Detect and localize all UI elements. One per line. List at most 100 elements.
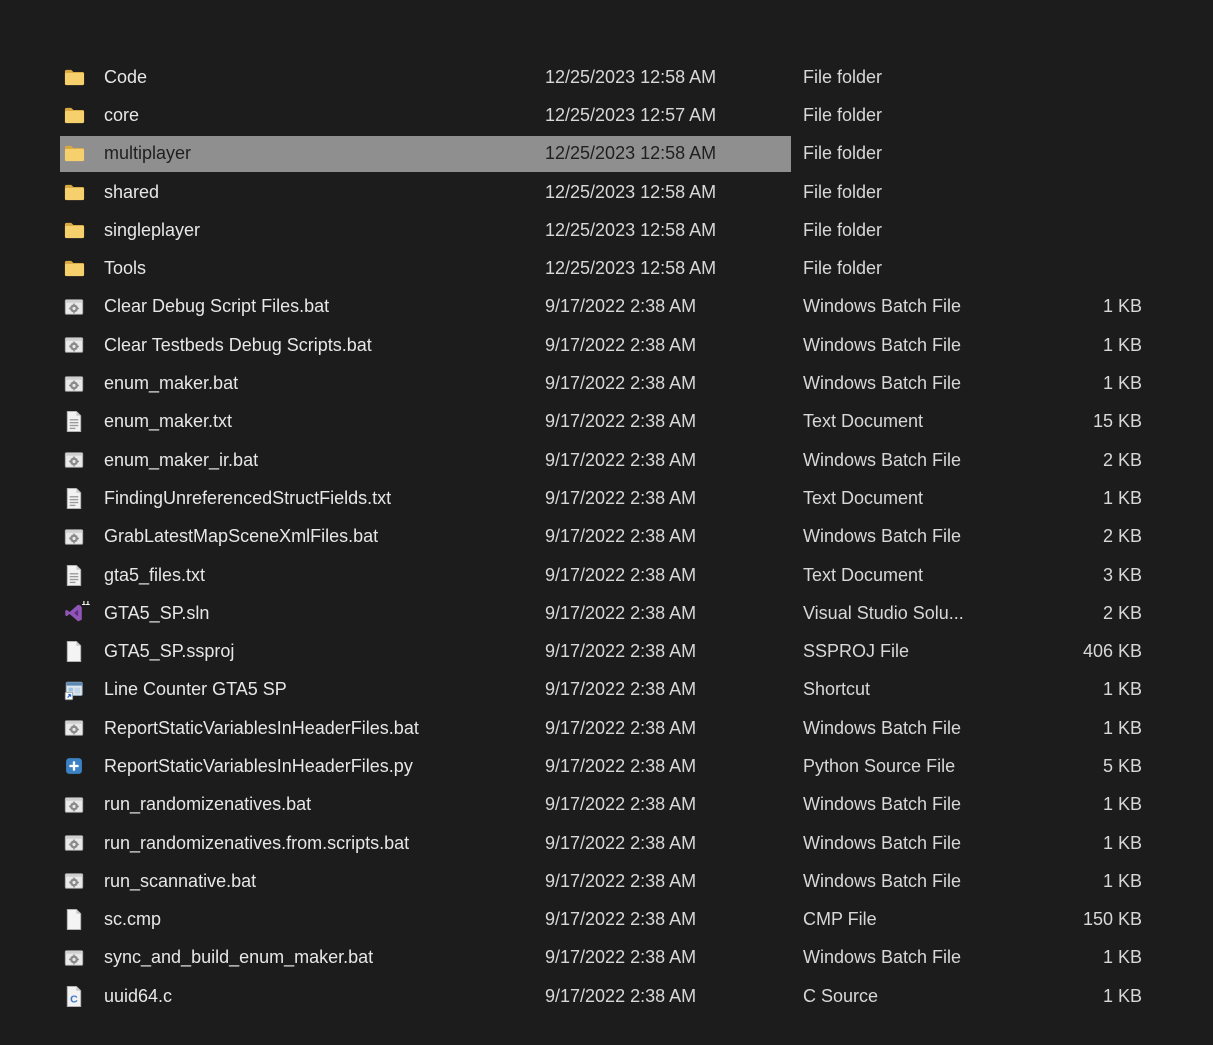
file-size: 1 KB (1000, 373, 1142, 394)
file-name: FindingUnreferencedStructFields.txt (104, 488, 391, 509)
file-type: SSPROJ File (803, 641, 1000, 662)
file-date-modified: 9/17/2022 2:38 AM (545, 679, 803, 700)
file-date-modified: 9/17/2022 2:38 AM (545, 833, 803, 854)
file-date-modified: 12/25/2023 12:58 AM (545, 67, 803, 88)
file-name: run_scannative.bat (104, 871, 256, 892)
file-size: 1 KB (1000, 794, 1142, 815)
file-row[interactable]: Line Counter GTA5 SP 9/17/2022 2:38 AM S… (0, 671, 1213, 709)
file-row[interactable]: ReportStaticVariablesInHeaderFiles.py 9/… (0, 747, 1213, 785)
file-date-modified: 9/17/2022 2:38 AM (545, 909, 803, 930)
folder-icon (62, 142, 86, 166)
file-date-modified: 12/25/2023 12:58 AM (545, 143, 803, 164)
file-name: Code (104, 67, 147, 88)
file-date-modified: 9/17/2022 2:38 AM (545, 565, 803, 586)
file-date-modified: 12/25/2023 12:57 AM (545, 105, 803, 126)
file-date-modified: 9/17/2022 2:38 AM (545, 794, 803, 815)
bat-icon (62, 869, 86, 893)
file-name: gta5_files.txt (104, 565, 205, 586)
file-row[interactable]: shared 12/25/2023 12:58 AM File folder (0, 173, 1213, 211)
file-row[interactable]: 11 GTA5_SP.sln 9/17/2022 2:38 AM Visual … (0, 594, 1213, 632)
folder-icon (62, 257, 86, 281)
file-name: singleplayer (104, 220, 200, 241)
file-name: enum_maker_ir.bat (104, 450, 258, 471)
file-name: sync_and_build_enum_maker.bat (104, 947, 373, 968)
file-date-modified: 9/17/2022 2:38 AM (545, 450, 803, 471)
file-type: Shortcut (803, 679, 1000, 700)
file-size: 1 KB (1000, 296, 1142, 317)
file-type: Windows Batch File (803, 450, 1000, 471)
file-row[interactable]: multiplayer 12/25/2023 12:58 AM File fol… (0, 135, 1213, 173)
c-icon: C (62, 984, 86, 1008)
file-date-modified: 9/17/2022 2:38 AM (545, 335, 803, 356)
file-type: Windows Batch File (803, 296, 1000, 317)
file-size: 2 KB (1000, 603, 1142, 624)
file-type: C Source (803, 986, 1000, 1007)
file-size: 5 KB (1000, 756, 1142, 777)
file-row[interactable]: Clear Debug Script Files.bat 9/17/2022 2… (0, 288, 1213, 326)
file-row[interactable]: core 12/25/2023 12:57 AM File folder (0, 96, 1213, 134)
file-date-modified: 12/25/2023 12:58 AM (545, 220, 803, 241)
file-size: 2 KB (1000, 526, 1142, 547)
file-type: Windows Batch File (803, 718, 1000, 739)
file-row[interactable]: GrabLatestMapSceneXmlFiles.bat 9/17/2022… (0, 518, 1213, 556)
bat-icon (62, 525, 86, 549)
file-row[interactable]: sync_and_build_enum_maker.bat 9/17/2022 … (0, 939, 1213, 977)
file-row[interactable]: Tools 12/25/2023 12:58 AM File folder (0, 249, 1213, 287)
vs-version-badge: 11 (81, 601, 91, 607)
file-row[interactable]: gta5_files.txt 9/17/2022 2:38 AM Text Do… (0, 556, 1213, 594)
file-type: Visual Studio Solu... (803, 603, 1000, 624)
file-row[interactable]: run_randomizenatives.from.scripts.bat 9/… (0, 824, 1213, 862)
file-size: 406 KB (1000, 641, 1142, 662)
file-row[interactable]: run_scannative.bat 9/17/2022 2:38 AM Win… (0, 862, 1213, 900)
file-size: 3 KB (1000, 565, 1142, 586)
txt-icon (62, 563, 86, 587)
file-date-modified: 9/17/2022 2:38 AM (545, 603, 803, 624)
bat-icon (62, 448, 86, 472)
file-type: File folder (803, 182, 1000, 203)
file-row[interactable]: enum_maker.txt 9/17/2022 2:38 AM Text Do… (0, 403, 1213, 441)
file-row[interactable]: ReportStaticVariablesInHeaderFiles.bat 9… (0, 709, 1213, 747)
folder-icon (62, 180, 86, 204)
file-date-modified: 9/17/2022 2:38 AM (545, 296, 803, 317)
svg-text:C: C (70, 993, 78, 1005)
file-row[interactable]: GTA5_SP.ssproj 9/17/2022 2:38 AM SSPROJ … (0, 632, 1213, 670)
file-row[interactable]: Clear Testbeds Debug Scripts.bat 9/17/20… (0, 326, 1213, 364)
file-icon (62, 908, 86, 932)
file-name: multiplayer (104, 143, 191, 164)
file-name: ReportStaticVariablesInHeaderFiles.py (104, 756, 413, 777)
file-type: Text Document (803, 411, 1000, 432)
file-row[interactable]: Code 12/25/2023 12:58 AM File folder (0, 58, 1213, 96)
file-size: 1 KB (1000, 947, 1142, 968)
file-name: enum_maker.txt (104, 411, 232, 432)
file-type: Text Document (803, 488, 1000, 509)
file-row[interactable]: enum_maker.bat 9/17/2022 2:38 AM Windows… (0, 364, 1213, 402)
file-date-modified: 9/17/2022 2:38 AM (545, 641, 803, 662)
file-size: 1 KB (1000, 986, 1142, 1007)
file-name: Tools (104, 258, 146, 279)
file-date-modified: 9/17/2022 2:38 AM (545, 986, 803, 1007)
file-type: Windows Batch File (803, 833, 1000, 854)
file-type: File folder (803, 220, 1000, 241)
file-size: 15 KB (1000, 411, 1142, 432)
bat-icon (62, 716, 86, 740)
file-row[interactable]: enum_maker_ir.bat 9/17/2022 2:38 AM Wind… (0, 441, 1213, 479)
file-date-modified: 9/17/2022 2:38 AM (545, 373, 803, 394)
file-date-modified: 9/17/2022 2:38 AM (545, 947, 803, 968)
file-name: GTA5_SP.sln (104, 603, 209, 624)
file-date-modified: 9/17/2022 2:38 AM (545, 526, 803, 547)
file-row[interactable]: FindingUnreferencedStructFields.txt 9/17… (0, 479, 1213, 517)
file-type: Windows Batch File (803, 871, 1000, 892)
file-name: core (104, 105, 139, 126)
file-size: 1 KB (1000, 488, 1142, 509)
bat-icon (62, 831, 86, 855)
file-name: Clear Debug Script Files.bat (104, 296, 329, 317)
file-name: GrabLatestMapSceneXmlFiles.bat (104, 526, 378, 547)
file-type: Windows Batch File (803, 335, 1000, 356)
file-row[interactable]: C uuid64.c 9/17/2022 2:38 AM C Source 1 … (0, 977, 1213, 1015)
bat-icon (62, 946, 86, 970)
file-size: 1 KB (1000, 833, 1142, 854)
file-row[interactable]: run_randomizenatives.bat 9/17/2022 2:38 … (0, 786, 1213, 824)
file-name: uuid64.c (104, 986, 172, 1007)
file-row[interactable]: singleplayer 12/25/2023 12:58 AM File fo… (0, 211, 1213, 249)
file-row[interactable]: sc.cmp 9/17/2022 2:38 AM CMP File 150 KB (0, 901, 1213, 939)
